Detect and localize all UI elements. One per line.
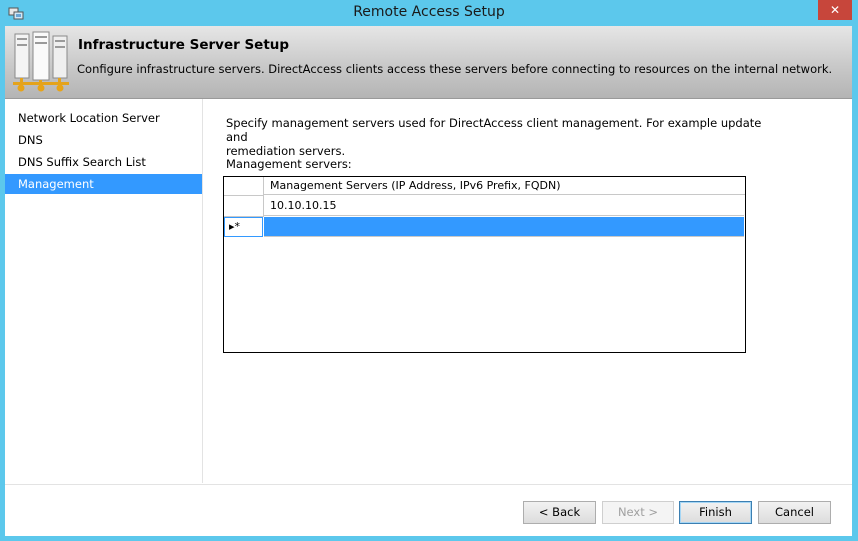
nav-item-dns[interactable]: DNS [5, 130, 202, 150]
management-servers-label: Management servers: [226, 157, 352, 171]
nav-item-dns-suffix-search-list[interactable]: DNS Suffix Search List [5, 152, 202, 172]
row-header[interactable] [224, 196, 264, 217]
finish-button[interactable]: Finish [679, 501, 752, 524]
grid-cell[interactable]: 10.10.10.15 [264, 196, 744, 216]
new-row-cell[interactable] [264, 217, 744, 237]
page-description: Configure infrastructure servers. Direct… [77, 62, 833, 76]
new-row-indicator-icon: ▸* [229, 220, 241, 233]
grid-corner[interactable] [224, 177, 264, 196]
back-button[interactable]: < Back [523, 501, 596, 524]
column-header-management-servers[interactable]: Management Servers (IP Address, IPv6 Pre… [264, 177, 745, 195]
management-servers-grid[interactable]: Management Servers (IP Address, IPv6 Pre… [223, 176, 746, 353]
new-row-header[interactable]: ▸* [224, 217, 263, 237]
nav-item-network-location-server[interactable]: Network Location Server [5, 108, 202, 128]
footer-divider [5, 484, 852, 485]
instruction-text: Specify management servers used for Dire… [226, 116, 766, 158]
wizard-nav: Network Location Server DNS DNS Suffix S… [5, 99, 203, 483]
title-bar[interactable]: Remote Access Setup ✕ [0, 0, 858, 26]
window-title: Remote Access Setup [353, 4, 505, 20]
page-title: Infrastructure Server Setup [78, 37, 290, 53]
wizard-body: Infrastructure Server Setup Configure in… [5, 26, 852, 536]
instruction-line-2: remediation servers. [226, 144, 346, 158]
nav-item-management[interactable]: Management [5, 174, 202, 194]
server-rack-icon [13, 31, 69, 92]
remote-access-setup-window: Remote Access Setup ✕ Infrastructure Ser… [0, 0, 858, 541]
instruction-line-1: Specify management servers used for Dire… [226, 116, 762, 144]
management-panel: Specify management servers used for Dire… [203, 99, 852, 483]
close-button[interactable]: ✕ [818, 0, 852, 20]
next-button[interactable]: Next > [602, 501, 674, 524]
wizard-banner: Infrastructure Server Setup Configure in… [5, 26, 852, 99]
cancel-button[interactable]: Cancel [758, 501, 831, 524]
